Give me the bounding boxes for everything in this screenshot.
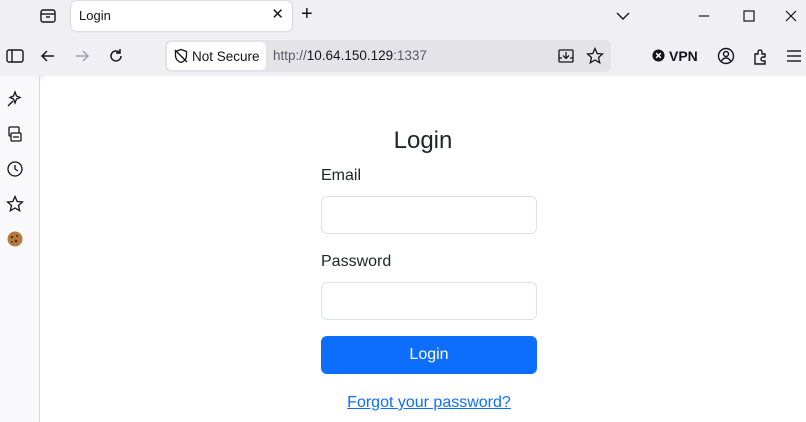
security-indicator[interactable]: Not Secure [167,42,266,70]
tab-strip: Login ✕ + [0,0,806,36]
url-text[interactable]: http://10.64.150.129:1337 [273,48,427,63]
extensions-icon[interactable] [751,46,771,66]
ai-chatbot-icon[interactable] [6,90,24,108]
navigation-bar: Not Secure http://10.64.150.129:1337 VPN [0,36,806,76]
close-window-icon[interactable] [781,6,801,26]
synced-tabs-icon[interactable] [6,125,24,143]
login-button[interactable]: Login [321,336,537,374]
tab-overview-icon[interactable] [38,6,58,26]
history-icon[interactable] [6,160,24,178]
email-field[interactable] [321,196,537,234]
menu-icon[interactable] [784,46,804,66]
maximize-icon[interactable] [739,6,759,26]
save-page-icon[interactable] [557,47,575,65]
bookmarks-icon[interactable] [6,195,24,213]
reload-icon[interactable] [106,46,126,66]
page-title: Login [393,127,453,154]
sidebar-toggle-icon[interactable] [5,46,25,66]
url-port: :1337 [393,48,427,63]
vpn-status-icon[interactable] [652,49,665,62]
tab-title: Login [79,8,111,23]
url-host: 10.64.150.129 [306,48,394,63]
tab-list-chevron-icon[interactable] [613,6,633,26]
new-tab-icon[interactable]: + [301,4,313,24]
minimize-icon[interactable] [694,6,714,26]
bookmark-star-icon[interactable] [586,47,604,65]
security-label: Not Secure [192,49,260,64]
vpn-label[interactable]: VPN [669,48,698,64]
cookie-icon[interactable] [6,230,24,248]
email-label: Email [321,167,362,184]
tab-close-icon[interactable]: ✕ [271,7,284,23]
password-field[interactable] [321,282,537,320]
tab-login[interactable]: Login ✕ [71,1,292,31]
url-protocol: http:// [273,48,307,63]
address-bar[interactable]: Not Secure http://10.64.150.129:1337 [165,40,611,72]
not-secure-shield-icon [174,48,188,64]
account-icon[interactable] [716,46,736,66]
sidebar [0,76,40,422]
back-icon[interactable] [38,46,58,66]
page-content: Login Email Password Login Forgot your p… [40,76,806,422]
password-label: Password [321,253,392,270]
forward-icon[interactable] [72,46,92,66]
forgot-password-link[interactable]: Forgot your password? [40,394,806,412]
